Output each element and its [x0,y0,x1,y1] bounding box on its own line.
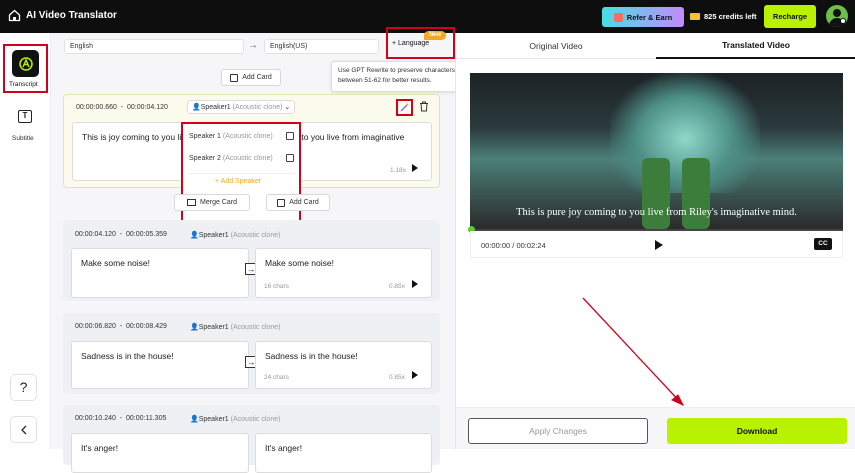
annotation-arrow [582,297,685,407]
